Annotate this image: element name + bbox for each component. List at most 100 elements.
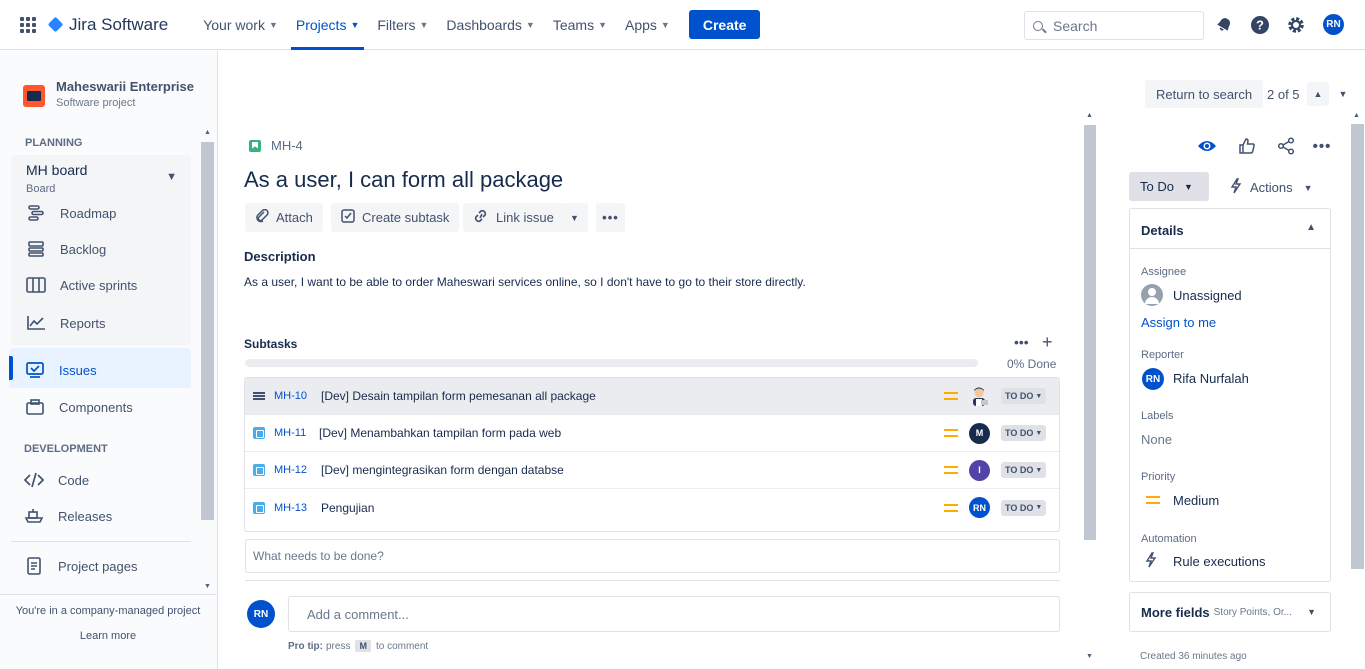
jira-logo[interactable]: Jira Software	[47, 15, 168, 35]
subtask-summary[interactable]: [Dev] Desain tampilan form pemesanan all…	[321, 389, 596, 403]
sidebar-item-reports[interactable]: Reports	[26, 315, 106, 331]
assignee-label: Assignee	[1141, 266, 1187, 278]
chevron-down-icon: ▼	[419, 19, 429, 30]
assignee-avatar[interactable]	[969, 386, 990, 407]
subtask-summary[interactable]: [Dev] Menambahkan tampilan form pada web	[319, 426, 561, 440]
nav-your-work[interactable]: Your work ▼	[194, 0, 287, 50]
priority-value[interactable]: Medium	[1173, 493, 1219, 508]
learn-more-link[interactable]: Learn more	[0, 630, 216, 642]
sidebar-item-backlog[interactable]: Backlog	[26, 241, 106, 257]
chevron-down-icon[interactable]: ▼	[166, 171, 177, 183]
notifications-icon[interactable]	[1213, 14, 1235, 36]
subtask-row[interactable]: MH-10 [Dev] Desain tampilan form pemesan…	[245, 378, 1059, 415]
subtask-key[interactable]: MH-12	[274, 464, 307, 476]
create-button[interactable]: Create	[688, 10, 761, 39]
sidebar-item-label: Reports	[60, 315, 106, 331]
status-dropdown[interactable]: TO DO ▼	[1001, 388, 1047, 404]
previous-issue-button[interactable]: ▲	[1307, 82, 1329, 106]
project-header[interactable]: Maheswarii Enterprise Software project	[23, 79, 194, 109]
help-icon[interactable]: ?	[1249, 14, 1271, 36]
subtasks-more-icon[interactable]: •••	[1014, 334, 1029, 350]
issue-key-breadcrumb[interactable]: MH-4	[249, 138, 303, 153]
subtask-key[interactable]: MH-11	[274, 427, 306, 439]
add-subtask-icon[interactable]: +	[1042, 332, 1053, 353]
sidebar-item-components[interactable]: Components	[25, 399, 133, 415]
scroll-down-icon[interactable]: ▼	[204, 583, 211, 590]
search-placeholder: Search	[1053, 17, 1098, 34]
sidebar-item-releases[interactable]: Releases	[24, 508, 112, 524]
status-dropdown[interactable]: TO DO ▼	[1001, 499, 1047, 516]
more-icon[interactable]: •••	[1311, 135, 1333, 157]
sidebar-item-code[interactable]: Code	[24, 472, 89, 488]
details-scrollbar[interactable]: ▲	[1350, 108, 1365, 664]
assign-to-me-link[interactable]: Assign to me	[1141, 315, 1216, 330]
scroll-up-icon[interactable]: ▲	[1353, 112, 1360, 119]
chevron-down-icon: ▼	[1035, 392, 1043, 400]
comment-input[interactable]: Add a comment...	[288, 596, 1060, 632]
link-issue-dropdown[interactable]: ▼	[561, 203, 588, 232]
subtask-row[interactable]: MH-12 [Dev] mengintegrasikan form dengan…	[245, 452, 1059, 489]
subtask-row[interactable]: MH-13 Pengujian RN TO DO ▼	[245, 489, 1059, 526]
user-avatar[interactable]: RN	[1323, 14, 1344, 35]
next-issue-button[interactable]: ▼	[1332, 82, 1354, 106]
main-scrollbar[interactable]: ▲ ▼	[1083, 108, 1097, 664]
status-dropdown[interactable]: TO DO ▼	[1001, 425, 1047, 441]
status-button[interactable]: To Do ▼	[1129, 172, 1209, 201]
scroll-up-icon[interactable]: ▲	[1086, 112, 1093, 119]
drag-handle-icon[interactable]	[253, 392, 265, 400]
more-fields-card[interactable]: More fields Story Points, Or... ▼	[1129, 592, 1331, 632]
scroll-up-icon[interactable]: ▲	[204, 129, 211, 136]
link-issue-button[interactable]: Link issue	[463, 203, 564, 232]
thumbs-up-icon[interactable]	[1236, 135, 1258, 157]
sidebar-scrollbar[interactable]: ▲ ▼	[201, 129, 214, 594]
create-subtask-button[interactable]: Create subtask	[331, 203, 460, 232]
nav-teams[interactable]: Teams ▼	[544, 0, 616, 50]
scroll-down-icon[interactable]: ▼	[1086, 653, 1093, 660]
subtask-summary[interactable]: [Dev] mengintegrasikan form dengan datab…	[321, 463, 564, 477]
labels-label: Labels	[1141, 410, 1174, 422]
scrollbar-thumb[interactable]	[1084, 125, 1096, 540]
apps-grid-icon[interactable]	[20, 16, 36, 33]
sidebar-item-label: Releases	[58, 508, 113, 524]
subtask-key[interactable]: MH-13	[274, 502, 307, 514]
actions-button[interactable]: Actions ▼	[1230, 178, 1313, 197]
assignee-avatar[interactable]: I	[969, 459, 990, 481]
watch-eye-icon[interactable]	[1196, 135, 1218, 157]
subtask-type-icon	[253, 501, 265, 514]
settings-icon[interactable]	[1285, 14, 1307, 36]
status-dropdown[interactable]: TO DO ▼	[1001, 462, 1047, 478]
reporter-value[interactable]: Rifa Nurfalah	[1173, 371, 1249, 386]
more-actions-button[interactable]: •••	[596, 203, 625, 232]
subtask-row[interactable]: MH-11 [Dev] Menambahkan tampilan form pa…	[245, 415, 1059, 452]
sidebar-item-project-pages[interactable]: Project pages	[24, 557, 138, 575]
subtask-summary[interactable]: Pengujian	[321, 501, 374, 515]
new-subtask-input[interactable]: What needs to be done?	[245, 539, 1060, 573]
attach-button[interactable]: Attach	[245, 203, 323, 232]
automation-value[interactable]: Rule executions	[1173, 554, 1266, 569]
nav-apps[interactable]: Apps ▼	[616, 0, 679, 50]
subtask-key[interactable]: MH-10	[274, 390, 307, 402]
chevron-down-icon: ▼	[1035, 504, 1043, 511]
description-text[interactable]: As a user, I want to be able to order Ma…	[244, 275, 806, 289]
assignee-value[interactable]: Unassigned	[1173, 288, 1242, 303]
nav-filters[interactable]: Filters ▼	[368, 0, 437, 50]
scrollbar-thumb[interactable]	[201, 142, 214, 520]
board-name[interactable]: MH board	[26, 162, 87, 178]
chevron-down-icon: ▼	[525, 19, 535, 30]
issue-title[interactable]: As a user, I can form all package	[244, 167, 563, 193]
sidebar-item-active-sprints[interactable]: Active sprints	[26, 277, 137, 293]
sidebar-item-roadmap[interactable]: Roadmap	[26, 205, 116, 221]
search-input[interactable]: Search	[1024, 11, 1204, 40]
nav-dashboards[interactable]: Dashboards ▼	[437, 0, 543, 50]
sidebar-divider	[0, 594, 216, 595]
assignee-avatar[interactable]: M	[969, 422, 990, 444]
scrollbar-thumb[interactable]	[1351, 124, 1364, 569]
labels-value[interactable]: None	[1141, 432, 1172, 447]
nav-projects[interactable]: Projects ▼	[287, 0, 369, 50]
share-icon[interactable]	[1275, 135, 1297, 157]
roadmap-icon	[26, 205, 46, 221]
sidebar-item-issues[interactable]: Issues	[25, 362, 97, 378]
details-header[interactable]: Details ▲	[1130, 209, 1330, 249]
assignee-avatar[interactable]: RN	[969, 497, 990, 518]
return-to-search-button[interactable]: Return to search	[1145, 80, 1264, 108]
